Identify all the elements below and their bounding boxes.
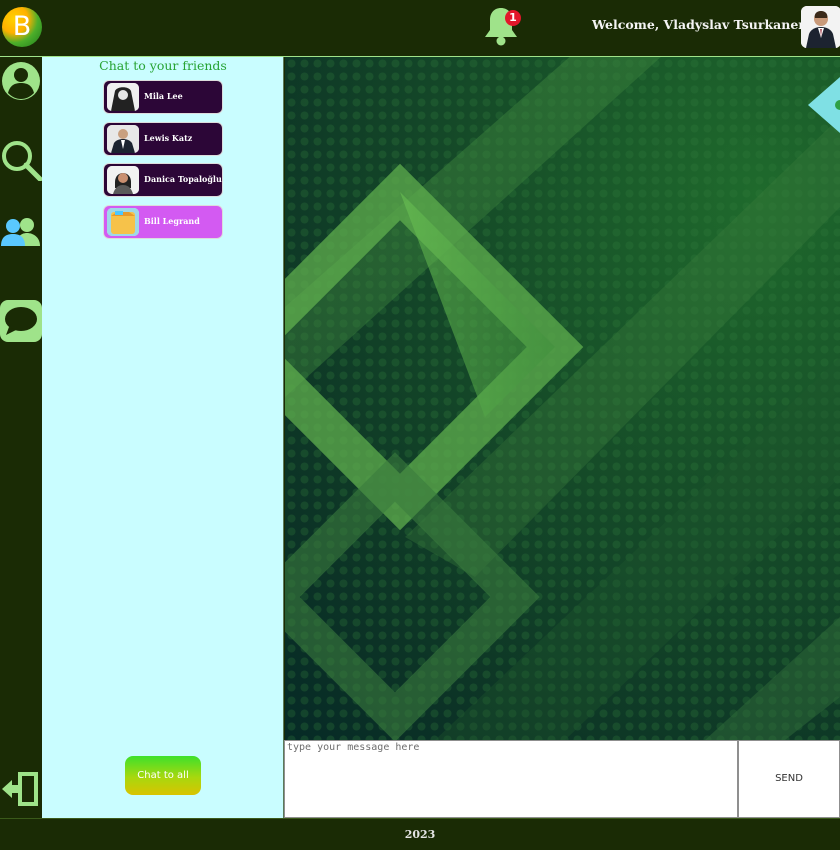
send-button[interactable]: SEND: [738, 740, 840, 818]
footer-year: 2023: [404, 828, 436, 841]
app-header: B 1 Welcome, Vladyslav Tsurkanenko: [0, 0, 840, 57]
friend-name: Bill Legrand: [144, 216, 200, 226]
chat-background-pattern: [285, 57, 840, 740]
chat-to-all-button[interactable]: Chat to all: [125, 756, 201, 795]
friend-name: Danica Topaloğlu: [144, 174, 222, 184]
friend-name: Mila Lee: [144, 91, 183, 101]
notification-count-badge: 1: [505, 10, 521, 26]
friend-avatar: [107, 208, 139, 236]
friends-panel-title: Chat to your friends: [99, 58, 227, 73]
friend-name: Lewis Katz: [144, 133, 193, 143]
app-footer: 2023: [0, 818, 840, 850]
logout-icon[interactable]: [0, 768, 42, 810]
chat-window-background: [285, 57, 840, 740]
friends-panel: Chat to your friends Mila Lee Lewis Katz: [42, 57, 284, 818]
search-icon[interactable]: [0, 139, 42, 181]
friend-avatar: [107, 125, 139, 153]
welcome-text: Welcome, Vladyslav Tsurkanenko: [592, 17, 825, 32]
friend-item-lewis-katz[interactable]: Lewis Katz: [103, 122, 223, 156]
app-logo[interactable]: B: [2, 7, 42, 47]
profile-icon[interactable]: [0, 60, 42, 102]
friend-item-bill-legrand[interactable]: Bill Legrand: [103, 205, 223, 239]
chat-icon[interactable]: [0, 300, 42, 342]
friend-avatar: [107, 83, 139, 111]
friend-item-danica-topaloglu[interactable]: Danica Topaloğlu: [103, 163, 223, 197]
side-nav-rail: [0, 57, 42, 818]
friend-item-mila-lee[interactable]: Mila Lee: [103, 80, 223, 114]
user-avatar[interactable]: [801, 6, 840, 48]
user-avatar-image: [801, 6, 840, 48]
friends-icon[interactable]: [0, 212, 42, 254]
message-input[interactable]: [284, 740, 738, 818]
friend-avatar: [107, 166, 139, 194]
